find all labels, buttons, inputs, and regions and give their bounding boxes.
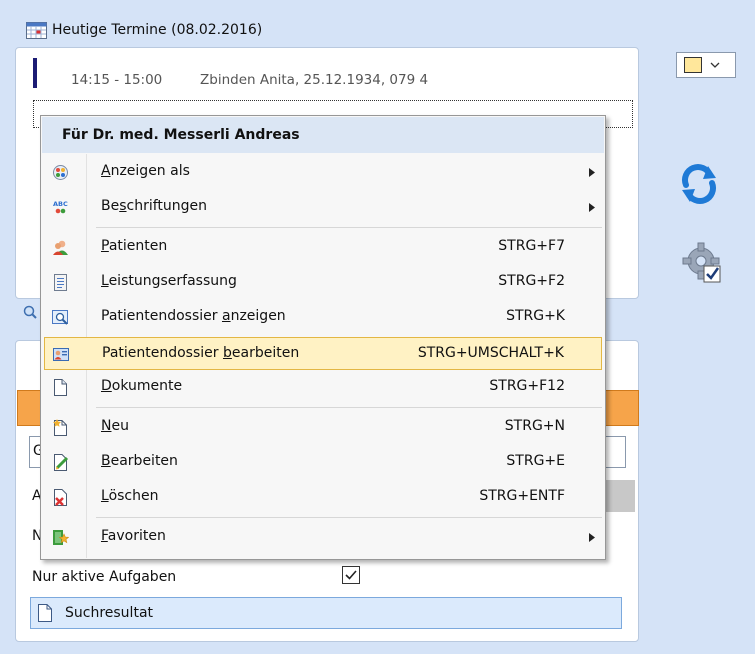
menu-item-label: Favoriten xyxy=(101,528,166,544)
menu-separator xyxy=(96,517,602,518)
appointment-indicator xyxy=(33,58,37,88)
submenu-arrow-icon xyxy=(589,203,595,212)
svg-text:ABC: ABC xyxy=(53,200,68,208)
today-appointments-header: Heutige Termine (08.02.2016) xyxy=(26,19,262,41)
menu-item-delete[interactable]: Löschen STRG+ENTF xyxy=(44,481,602,514)
context-menu-title: Für Dr. med. Messerli Andreas xyxy=(42,117,604,153)
menu-item-label: Patientendossier bearbeiten xyxy=(102,345,300,361)
menu-item-favorites[interactable]: Favoriten xyxy=(44,521,602,554)
chevron-down-icon xyxy=(710,62,720,68)
menu-item-shortcut: STRG+UMSCHALT+K xyxy=(417,345,564,361)
menu-item-shortcut: STRG+N xyxy=(504,418,565,434)
menu-item-shortcut: STRG+K xyxy=(506,308,565,324)
menu-item-shortcut: STRG+F2 xyxy=(498,273,565,289)
document-icon xyxy=(38,604,52,622)
service-recording-icon xyxy=(54,274,67,291)
active-tasks-label: Nur aktive Aufgaben xyxy=(32,569,177,585)
edit-icon xyxy=(54,454,69,471)
menu-item-edit[interactable]: Bearbeiten STRG+E xyxy=(44,446,602,479)
tasks-filter-dropdown[interactable] xyxy=(605,480,635,512)
settings-gear-icon[interactable] xyxy=(682,242,724,286)
menu-item-shortcut: STRG+F12 xyxy=(489,378,565,394)
menu-item-label: Anzeigen als xyxy=(101,163,190,179)
menu-item-label: Leistungserfassung xyxy=(101,273,237,289)
submenu-arrow-icon xyxy=(589,168,595,177)
menu-separator xyxy=(96,227,602,228)
menu-item-label: Patientendossier anzeigen xyxy=(101,308,286,324)
refresh-icon[interactable] xyxy=(678,163,720,205)
menu-item-display-as[interactable]: Anzeigen als xyxy=(44,156,602,189)
menu-item-edit-dossier[interactable]: Patientendossier bearbeiten STRG+UMSCHAL… xyxy=(44,337,602,370)
submenu-arrow-icon xyxy=(589,533,595,542)
appointment-row[interactable]: 14:15 - 15:00 Zbinden Anita, 25.12.1934,… xyxy=(33,58,623,88)
view-dossier-icon xyxy=(52,310,68,325)
menu-item-service-recording[interactable]: Leistungserfassung STRG+F2 xyxy=(44,266,602,299)
color-picker-dropdown[interactable] xyxy=(676,52,736,78)
menu-item-shortcut: STRG+ENTF xyxy=(479,488,565,504)
checkmark-icon xyxy=(345,570,357,580)
menu-item-label: Bearbeiten xyxy=(101,453,178,469)
header-title: Heutige Termine (08.02.2016) xyxy=(52,22,263,38)
menu-item-shortcut: STRG+E xyxy=(506,453,565,469)
menu-item-patients[interactable]: Patienten STRG+F7 xyxy=(44,231,602,264)
patients-icon xyxy=(53,240,68,255)
appointment-patient: Zbinden Anita, 25.12.1934, 079 4 xyxy=(200,72,429,88)
menu-item-label: Dokumente xyxy=(101,378,183,394)
edit-dossier-icon xyxy=(53,348,69,361)
display-as-icon xyxy=(53,165,68,180)
new-icon xyxy=(53,419,67,436)
appointment-time: 14:15 - 15:00 xyxy=(71,72,163,88)
search-results-header[interactable]: Suchresultat xyxy=(30,597,622,629)
menu-separator xyxy=(96,407,602,408)
menu-item-labels[interactable]: ABC Beschriftungen xyxy=(44,191,602,224)
menu-item-label: Beschriftungen xyxy=(101,198,208,214)
menu-item-view-dossier[interactable]: Patientendossier anzeigen STRG+K xyxy=(44,301,602,334)
delete-icon xyxy=(54,489,67,506)
documents-icon xyxy=(54,379,67,396)
menu-item-label: Patienten xyxy=(101,238,168,254)
calendar-icon xyxy=(26,21,47,39)
search-results-label: Suchresultat xyxy=(65,605,154,621)
color-swatch xyxy=(684,57,702,73)
search-icon xyxy=(23,305,37,319)
menu-item-shortcut: STRG+F7 xyxy=(498,238,565,254)
menu-item-label: Löschen xyxy=(101,488,159,504)
menu-item-label: Neu xyxy=(101,418,129,434)
abc-labels-icon: ABC xyxy=(53,200,68,214)
context-menu: Für Dr. med. Messerli Andreas Anzeigen a… xyxy=(40,115,606,560)
active-tasks-checkbox[interactable] xyxy=(342,566,360,584)
menu-item-documents[interactable]: Dokumente STRG+F12 xyxy=(44,371,602,404)
menu-item-new[interactable]: Neu STRG+N xyxy=(44,411,602,444)
favorites-icon xyxy=(53,530,69,545)
